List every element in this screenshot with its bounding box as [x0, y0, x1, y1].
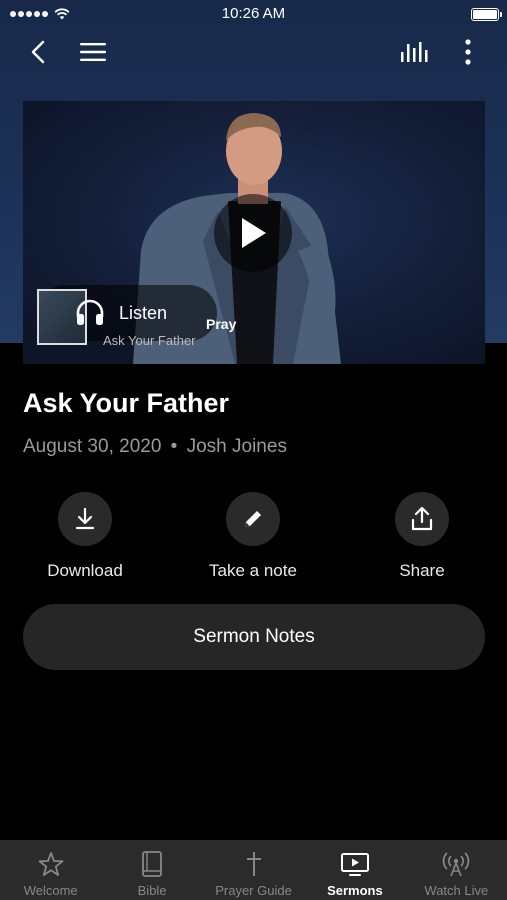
sermon-date: August 30, 2020 — [23, 436, 162, 457]
tab-welcome-label: Welcome — [23, 883, 78, 898]
tab-prayer-guide[interactable]: Prayer Guide — [203, 840, 304, 900]
cross-icon — [239, 849, 269, 879]
sermon-notes-button[interactable]: Sermon Notes — [23, 604, 485, 670]
play-button[interactable] — [214, 194, 292, 272]
share-label: Share — [399, 561, 445, 580]
more-button[interactable] — [452, 36, 484, 68]
download-circle[interactable] — [58, 492, 112, 546]
download-label: Download — [47, 561, 123, 580]
tab-sermons-label: Sermons — [327, 883, 383, 898]
status-bar: 10:26 AM — [0, 0, 507, 28]
tab-bible[interactable]: Bible — [101, 840, 202, 900]
back-button[interactable] — [22, 36, 54, 68]
tab-prayer-guide-label: Prayer Guide — [215, 883, 292, 898]
audio-levels-icon — [401, 42, 428, 62]
sermon-speaker: Josh Joines — [186, 436, 287, 457]
broadcast-icon — [441, 849, 471, 879]
play-icon — [242, 218, 266, 248]
download-button[interactable]: Download — [20, 492, 150, 581]
battery-icon — [471, 7, 502, 21]
share-circle[interactable] — [395, 492, 449, 546]
take-note-circle[interactable] — [226, 492, 280, 546]
headphones-icon — [76, 299, 104, 325]
sermon-title: Ask Your Father — [23, 388, 230, 418]
video-overlay-subtitle: Ask Your Father — [103, 333, 196, 348]
tab-bible-label: Bible — [137, 883, 167, 898]
book-icon — [137, 849, 167, 879]
audio-button[interactable] — [398, 36, 430, 68]
take-note-button[interactable]: Take a note — [188, 492, 318, 581]
tab-sermons[interactable]: Sermons — [304, 840, 405, 900]
status-time: 10:26 AM — [221, 5, 286, 22]
listen-label: Listen — [119, 302, 168, 323]
star-icon — [36, 849, 66, 879]
tab-bar: Welcome Bible Prayer Guide Sermons Watch… — [0, 840, 507, 900]
tv-play-icon — [340, 849, 370, 879]
pencil-icon — [245, 511, 261, 527]
sermon-meta: August 30, 2020 • Josh Joines — [23, 436, 287, 458]
download-icon — [75, 507, 95, 530]
tab-watch-live-label: Watch Live — [424, 883, 489, 898]
take-note-label: Take a note — [209, 561, 297, 580]
nav-bar — [0, 30, 507, 74]
tab-welcome[interactable]: Welcome — [0, 840, 101, 900]
share-icon — [411, 506, 433, 531]
hamburger-menu-icon — [80, 43, 106, 61]
tab-watch-live[interactable]: Watch Live — [406, 840, 507, 900]
video-overlay-title: Pray — [206, 316, 237, 332]
chevron-left-icon — [31, 40, 45, 64]
more-vertical-icon — [465, 39, 471, 65]
share-button[interactable]: Share — [357, 492, 487, 581]
meta-separator: • — [170, 436, 178, 457]
sermon-video[interactable]: Listen Pray Ask Your Father — [23, 101, 485, 364]
menu-button[interactable] — [77, 36, 109, 68]
